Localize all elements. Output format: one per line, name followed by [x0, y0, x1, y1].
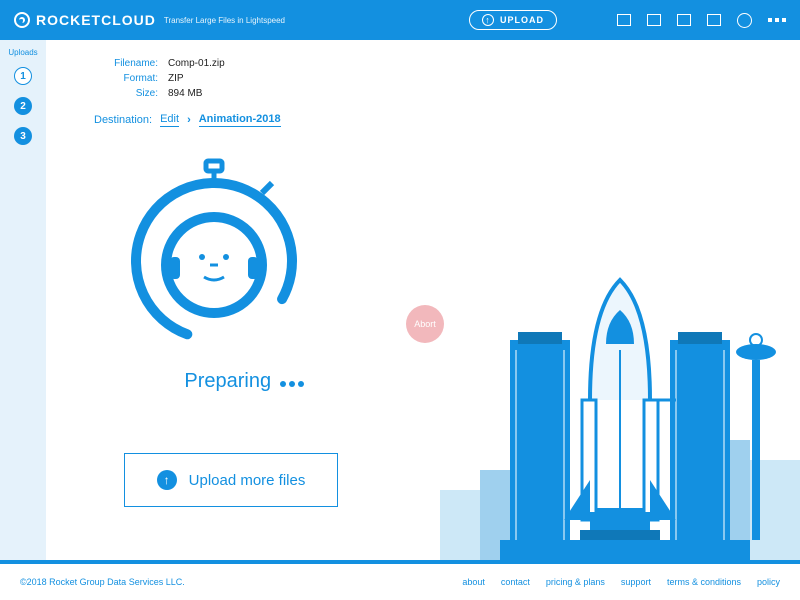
preparing-graphic: Preparing Abort	[114, 157, 374, 393]
upload-button[interactable]: ↑ UPLOAD	[469, 10, 557, 30]
destination: Destination: Edit › Animation-2018	[94, 113, 800, 127]
footer-link-support[interactable]: support	[621, 577, 651, 587]
launchpad-illustration	[440, 240, 800, 560]
destination-label: Destination:	[94, 114, 152, 126]
image-icon[interactable]	[677, 14, 691, 26]
sidebar-title: Uploads	[8, 48, 37, 57]
step-3[interactable]: 3	[14, 127, 32, 145]
header-icons	[617, 13, 786, 28]
main: Filename: Comp-01.zip Format: ZIP Size: 894…	[46, 40, 800, 560]
stopwatch-astronaut-icon	[114, 157, 314, 357]
footer-link-pricing[interactable]: pricing & plans	[546, 577, 605, 587]
format-label: Format:	[94, 73, 158, 84]
camera-icon[interactable]	[647, 14, 661, 26]
footer-link-terms[interactable]: terms & conditions	[667, 577, 741, 587]
tagline: Transfer Large Files in Lightspeed	[164, 16, 285, 25]
destination-folder[interactable]: Animation-2018	[199, 113, 281, 127]
abort-button[interactable]: Abort	[406, 305, 444, 343]
format-value: ZIP	[168, 73, 184, 84]
edit-destination-link[interactable]: Edit	[160, 113, 179, 127]
upload-label: UPLOAD	[500, 15, 544, 25]
brand-name: ROCKETCLOUD	[36, 12, 156, 28]
filename-value: Comp-01.zip	[168, 58, 225, 69]
upload-more-label: Upload more files	[189, 472, 306, 489]
footer-link-about[interactable]: about	[462, 577, 485, 587]
filename-label: Filename:	[94, 58, 158, 69]
sidebar: Uploads 1 2 3	[0, 40, 46, 560]
window-icon[interactable]	[617, 14, 631, 26]
loading-dots-icon	[277, 370, 304, 392]
size-value: 894 MB	[168, 88, 202, 99]
upload-steps: 1 2 3	[14, 67, 32, 145]
footer: ©2018 Rocket Group Data Services LLC. ab…	[0, 560, 800, 600]
footer-link-contact[interactable]: contact	[501, 577, 530, 587]
footer-links: about contact pricing & plans support te…	[462, 577, 780, 587]
folder-icon[interactable]	[707, 14, 721, 26]
logo-icon	[14, 12, 30, 28]
step-1[interactable]: 1	[14, 67, 32, 85]
step-2[interactable]: 2	[14, 97, 32, 115]
menu-icon[interactable]	[768, 18, 786, 22]
file-meta: Filename: Comp-01.zip Format: ZIP Size: 894…	[94, 58, 800, 99]
size-label: Size:	[94, 88, 158, 99]
status-text: Preparing	[114, 370, 374, 393]
upload-icon: ↑	[482, 14, 494, 26]
upload-more-button[interactable]: ↑ Upload more files	[124, 453, 338, 507]
upload-more-icon: ↑	[157, 470, 177, 490]
body: Uploads 1 2 3 Filename: Comp-01.zip Forma…	[0, 40, 800, 560]
logo[interactable]: ROCKETCLOUD	[14, 12, 156, 28]
account-icon[interactable]	[737, 13, 752, 28]
copyright: ©2018 Rocket Group Data Services LLC.	[20, 577, 185, 587]
footer-link-policy[interactable]: policy	[757, 577, 780, 587]
header: ROCKETCLOUD Transfer Large Files in Ligh…	[0, 0, 800, 40]
chevron-right-icon: ›	[187, 114, 191, 126]
